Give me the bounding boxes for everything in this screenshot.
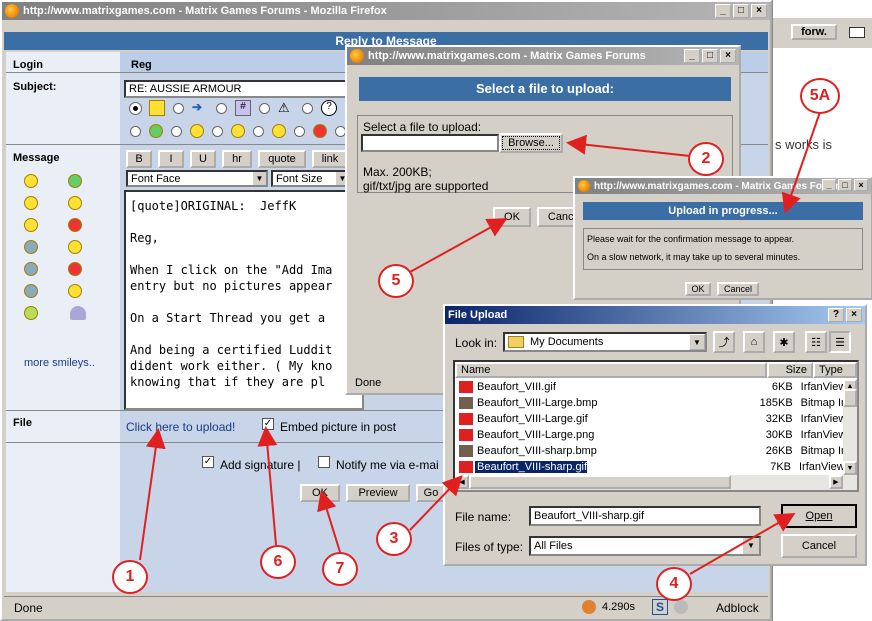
callout-2: 2: [688, 142, 724, 176]
callout-7: 7: [322, 552, 358, 586]
arrow-1: [139, 428, 166, 561]
callout-5: 5: [378, 264, 414, 298]
callout-1: 1: [112, 560, 148, 594]
arrow-6: [257, 426, 278, 546]
arrow-5a: [781, 111, 821, 214]
arrow-2: [566, 134, 691, 157]
arrow-4: [689, 512, 796, 575]
callout-4: 4: [656, 567, 692, 601]
arrow-3: [409, 475, 463, 531]
arrow-5: [409, 218, 508, 273]
annotation-arrows: [139, 111, 821, 575]
arrow-7: [317, 490, 341, 553]
callout-6: 6: [260, 545, 296, 579]
callout-5a: 5A: [800, 78, 840, 114]
callout-3: 3: [376, 522, 412, 556]
